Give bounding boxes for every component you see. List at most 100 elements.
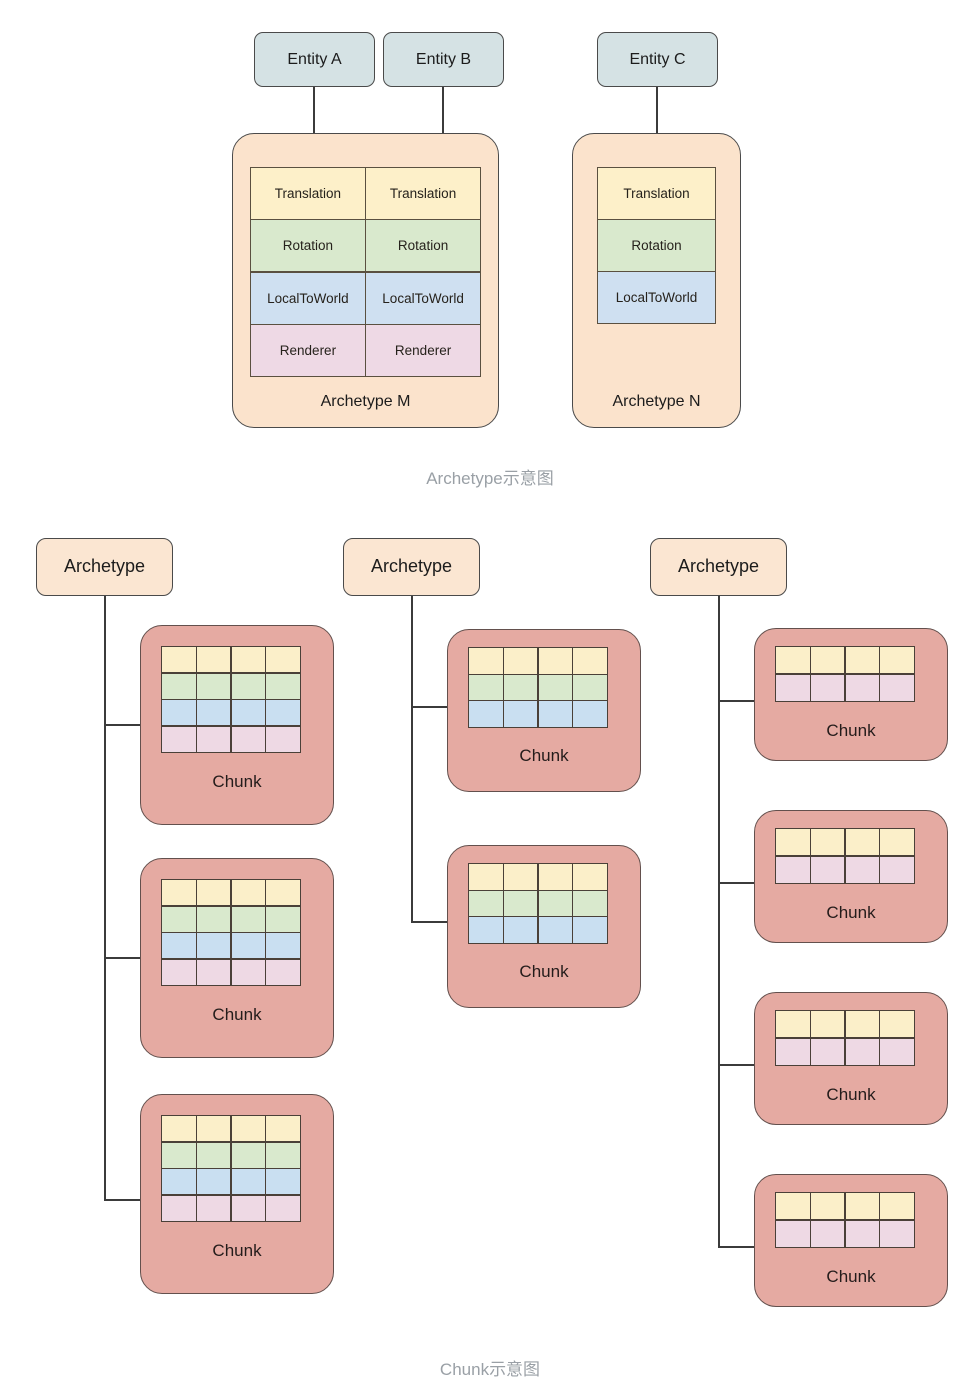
chunk-grid [161, 646, 301, 753]
archetype-node-label: Archetype [370, 556, 453, 577]
chunk-cell [845, 856, 880, 883]
chunk-cell [469, 917, 503, 943]
chunk-cell [845, 1038, 880, 1065]
chunk-cell [231, 700, 266, 726]
archetype-node-1[interactable]: Archetype [36, 538, 173, 596]
archetype-node-3[interactable]: Archetype [650, 538, 787, 596]
chunk-cell [538, 890, 573, 917]
chunk-box[interactable]: Chunk [447, 629, 641, 792]
chunk-cell [573, 890, 607, 917]
chunk-label: Chunk [519, 962, 569, 981]
component-cell-localtoworld[interactable]: LocalToWorld [366, 272, 480, 324]
component-cell-translation[interactable]: Translation [598, 168, 715, 219]
chunk-box[interactable]: Chunk [754, 992, 948, 1125]
chunk-cell [810, 1220, 845, 1247]
chunk-cell [776, 1011, 810, 1038]
chunk-label: Chunk [826, 721, 876, 740]
chunk-cell [162, 647, 196, 673]
chunk-cell [573, 701, 607, 727]
chunk-box[interactable]: Chunk [754, 1174, 948, 1307]
chunk-cell [880, 856, 914, 883]
entity-label: Entity A [287, 50, 342, 68]
chunk-cell [469, 701, 503, 727]
entity-box-c[interactable]: Entity C [597, 32, 718, 87]
chunk-cell [538, 917, 573, 943]
chunk-cell [266, 1116, 300, 1142]
component-cell-rotation[interactable]: Rotation [366, 220, 480, 272]
chunk-box[interactable]: Chunk [447, 845, 641, 1008]
chunk-cell [231, 1116, 266, 1142]
chunk-cell [266, 933, 300, 959]
chunk-box[interactable]: Chunk [754, 628, 948, 761]
chunk-cell [845, 1193, 880, 1220]
chunk-cell [266, 1195, 300, 1221]
chunk-cell [880, 1193, 914, 1220]
chunk-cell [162, 880, 196, 906]
chunk-cell [776, 647, 810, 674]
chunk-cell [880, 674, 914, 701]
entity-box-b[interactable]: Entity B [383, 32, 504, 87]
component-cell-rotation[interactable]: Rotation [598, 220, 715, 271]
chunk-grid [468, 863, 608, 944]
component-cell-localtoworld[interactable]: LocalToWorld [598, 272, 715, 323]
trunk-line-group-3 [718, 596, 720, 1246]
chunk-cell [231, 647, 266, 673]
chunk-box[interactable]: Chunk [754, 810, 948, 943]
chunk-box[interactable]: Chunk [140, 1094, 334, 1294]
chunk-cell [231, 933, 266, 959]
chunk-cell [196, 906, 231, 932]
chunk-cell [503, 864, 538, 890]
chunk-cell [266, 700, 300, 726]
chunk-cell [810, 674, 845, 701]
chunk-cell [810, 647, 845, 674]
chunk-cell [810, 1193, 845, 1220]
archetype-node-2[interactable]: Archetype [343, 538, 480, 596]
chunk-cell [231, 1195, 266, 1221]
chunk-cell [231, 1169, 266, 1195]
chunk-cell [196, 933, 231, 959]
component-cell-translation[interactable]: Translation [366, 168, 480, 220]
chunk-cell [469, 674, 503, 701]
component-cell-localtoworld[interactable]: LocalToWorld [251, 272, 365, 324]
chunk-label: Chunk [212, 772, 262, 791]
chunk-cell [162, 700, 196, 726]
chunk-cell [162, 1116, 196, 1142]
chunk-cell [196, 673, 231, 699]
chunk-cell [880, 1220, 914, 1247]
figure-two-caption: Chunk示意图 [439, 1360, 541, 1379]
chunk-cell [231, 906, 266, 932]
chunk-label: Chunk [212, 1241, 262, 1260]
component-cell-translation[interactable]: Translation [251, 168, 365, 220]
chunk-grid [775, 828, 915, 884]
archetype-node-label: Archetype [63, 556, 146, 577]
component-cell-renderer[interactable]: Renderer [251, 324, 365, 376]
chunk-cell [162, 906, 196, 932]
chunk-cell [266, 1169, 300, 1195]
chunk-box[interactable]: Chunk [140, 858, 334, 1058]
chunk-label: Chunk [826, 1267, 876, 1286]
chunk-cell [573, 674, 607, 701]
chunk-grid [161, 879, 301, 986]
chunk-cell [266, 673, 300, 699]
chunk-box[interactable]: Chunk [140, 625, 334, 825]
chunk-cell [776, 856, 810, 883]
chunk-cell [162, 933, 196, 959]
diagram-canvas: Entity A Entity B Entity C Archetype M T… [0, 0, 980, 1386]
archetype-m-component-grid: Translation Translation Rotation Rotatio… [250, 167, 481, 377]
chunk-cell [231, 673, 266, 699]
chunk-cell [162, 959, 196, 985]
chunk-cell [196, 726, 231, 752]
entity-box-a[interactable]: Entity A [254, 32, 375, 87]
chunk-cell [573, 917, 607, 943]
chunk-cell [266, 726, 300, 752]
entity-label: Entity C [629, 50, 686, 68]
chunk-label: Chunk [519, 746, 569, 765]
chunk-cell [231, 959, 266, 985]
chunk-cell [196, 880, 231, 906]
component-cell-rotation[interactable]: Rotation [251, 220, 365, 272]
component-cell-renderer[interactable]: Renderer [366, 324, 480, 376]
chunk-cell [845, 674, 880, 701]
chunk-cell [503, 701, 538, 727]
chunk-cell [845, 829, 880, 856]
chunk-cell [538, 701, 573, 727]
